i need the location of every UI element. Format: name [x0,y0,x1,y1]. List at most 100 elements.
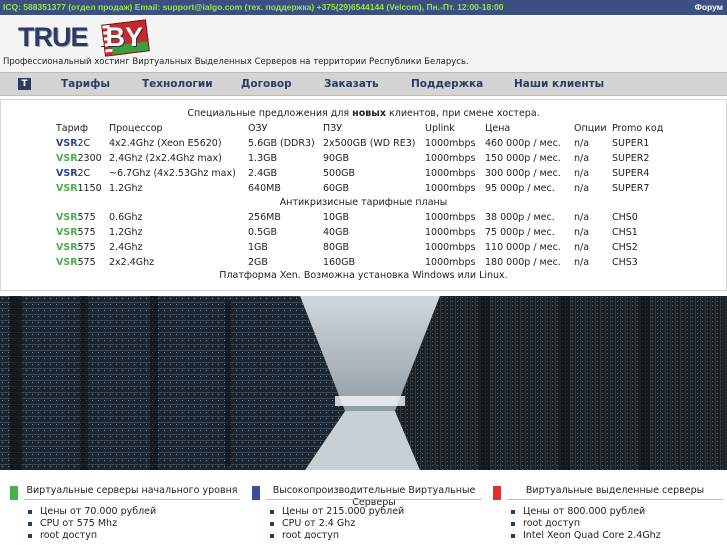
home-icon[interactable]: T [18,78,31,90]
cell-disk: 60GB [323,183,349,194]
cell-ram: 5.6GB (DDR3) [248,138,315,149]
list-item: CPU от 575 Mhz [27,518,156,530]
datacenter-image [0,296,727,470]
cell-options: n/a [574,183,590,194]
cell-uplink: 1000mbps [425,183,476,194]
nav-item-contract[interactable]: Договор [241,73,292,95]
col-header-uplink: Uplink [425,123,455,134]
tariff-suffix: 575 [77,212,96,223]
cell-options: n/a [574,227,590,238]
platform-note: Платформа Xen. Возможна установка Window… [219,270,508,281]
cell-ram: 2.4GB [248,168,277,179]
nav-item-support[interactable]: Поддержка [411,73,483,95]
cell-options: n/a [574,168,590,179]
cell-promo: SUPER1 [612,138,650,149]
cell-uplink: 1000mbps [425,257,476,268]
tariff-suffix: 575 [77,242,96,253]
list-item: Intel Xeon Quad Core 2.4Ghz [511,530,661,541]
crisis-title: Антикризисные тарифные планы [279,197,448,208]
cell-disk: 80GB [323,242,349,253]
cell-promo: SUPER2 [612,153,650,164]
feature-col-dedicated: Виртуальные выделенные серверы Цены от 8… [493,477,723,545]
offers-intro: Специальные предложения для новых клиент… [187,108,540,119]
divider [266,499,482,500]
cell-cpu: 4x2.4Ghz (Xeon E5620) [109,138,222,149]
cell-disk: 500GB [323,168,356,179]
feature-title[interactable]: Виртуальные выделенные серверы [507,485,723,497]
tariff-prefix: VSR [56,227,78,238]
cell-price: 75 000р / мес. [485,227,555,238]
list-item: Цены от 70.000 рублей [27,506,157,517]
nav-item-order[interactable]: Заказать [324,73,379,95]
cell-ram: 1GB [248,242,268,253]
tariff-suffix: 575 [77,227,96,238]
main-navigation: T Тарифы Технологии Договор Заказать Под… [0,72,727,96]
tariff-suffix: 2300 [77,153,102,164]
table-row: VSR2C 4x2.4Ghz (Xeon E5620) 5.6GB (DDR3) 2x… [1,138,726,152]
forum-link[interactable]: Форум [695,0,723,15]
cell-promo: CHS0 [612,212,638,223]
cell-price: 460 000р / мес. [485,138,561,149]
feature-list: Цены от 215.000 рублей CPU от 2.4 Ghz ro… [252,506,404,542]
cell-uplink: 1000mbps [425,138,476,149]
cell-cpu: 1.2Ghz [109,183,143,194]
intro-bold: новых [352,108,386,119]
offers-table-header: Тариф Процессор ОЗУ ПЗУ Uplink Цена Опци… [1,123,726,137]
site-header: TRUE .BY Профессиональный хостинг Виртуа… [0,15,727,72]
table-row: VSR2C ~6.7Ghz (4x2.53Ghz max) 2.4GB 500GB 10… [1,168,726,182]
cell-ram: 0.5GB [248,227,277,238]
nav-item-tariffs[interactable]: Тарифы [61,73,110,95]
cell-cpu: ~6.7Ghz (4x2.53Ghz max) [109,168,236,179]
site-logo[interactable]: TRUE .BY [18,19,150,57]
cell-uplink: 1000mbps [425,153,476,164]
tariff-suffix: 2C [77,138,91,149]
table-row: VSR2300 2.4Ghz (2x2.4Ghz max) 1.3GB 90GB 100… [1,153,726,167]
cell-options: n/a [574,257,590,268]
feature-color-bar [493,486,501,500]
feature-columns: Виртуальные серверы начального уровня Це… [0,477,727,545]
cell-ram: 2GB [248,257,268,268]
tariff-suffix: 1150 [77,183,102,194]
cell-price: 300 000р / мес. [485,168,561,179]
special-offers-panel: Специальные предложения для новых клиент… [0,99,727,291]
cell-ram: 640MB [248,183,281,194]
list-item: Цены от 800.000 рублей [511,506,661,518]
logo-suffix: .BY [98,22,144,52]
cell-price: 150 000р / мес. [485,153,561,164]
cell-tariff: VSR575 [56,212,96,223]
site-tagline: Профессиональный хостинг Виртуальных Выд… [3,57,469,67]
col-header-tariff: Тариф [56,123,88,134]
cell-tariff: VSR2300 [56,153,102,164]
cell-cpu: 1.2Ghz [109,227,143,238]
col-header-ram: ОЗУ [248,123,268,134]
nav-item-clients[interactable]: Наши клиенты [514,73,604,95]
list-item: root доступ [511,518,661,530]
col-header-price: Цена [485,123,511,134]
cell-promo: SUPER7 [612,183,650,194]
feature-list: Цены от 800.000 рублей root доступ Intel… [493,506,661,542]
table-row: VSR575 0.6Ghz 256MB 10GB 1000mbps 38 000р / м… [1,212,726,226]
nav-item-technologies[interactable]: Технологии [142,73,213,95]
cell-tariff: VSR1150 [56,183,102,194]
cell-cpu: 0.6Ghz [109,212,143,223]
cell-price: 180 000р / мес. [485,257,561,268]
list-item: root доступ [269,530,404,542]
tariff-prefix: VSR [56,242,78,253]
cell-promo: CHS2 [612,242,638,253]
cell-disk: 90GB [323,153,349,164]
cell-tariff: VSR575 [56,227,96,238]
feature-color-bar [252,486,260,500]
feature-title[interactable]: Виртуальные серверы начального уровня [24,485,240,497]
list-item: Цены от 215.000 рублей [269,506,405,517]
cell-uplink: 1000mbps [425,212,476,223]
cell-ram: 256MB [248,212,281,223]
feature-col-entry: Виртуальные серверы начального уровня Це… [10,477,240,545]
tariff-prefix: VSR [56,257,78,268]
divider [507,499,723,500]
cell-cpu: 2x2.4Ghz [109,257,155,268]
cell-options: n/a [574,242,590,253]
table-row: VSR1150 1.2Ghz 640MB 60GB 1000mbps 95 000р / … [1,183,726,197]
logo-text: TRUE [18,22,88,52]
list-item: CPU от 2.4 Ghz [269,518,404,530]
cell-disk: 160GB [323,257,356,268]
